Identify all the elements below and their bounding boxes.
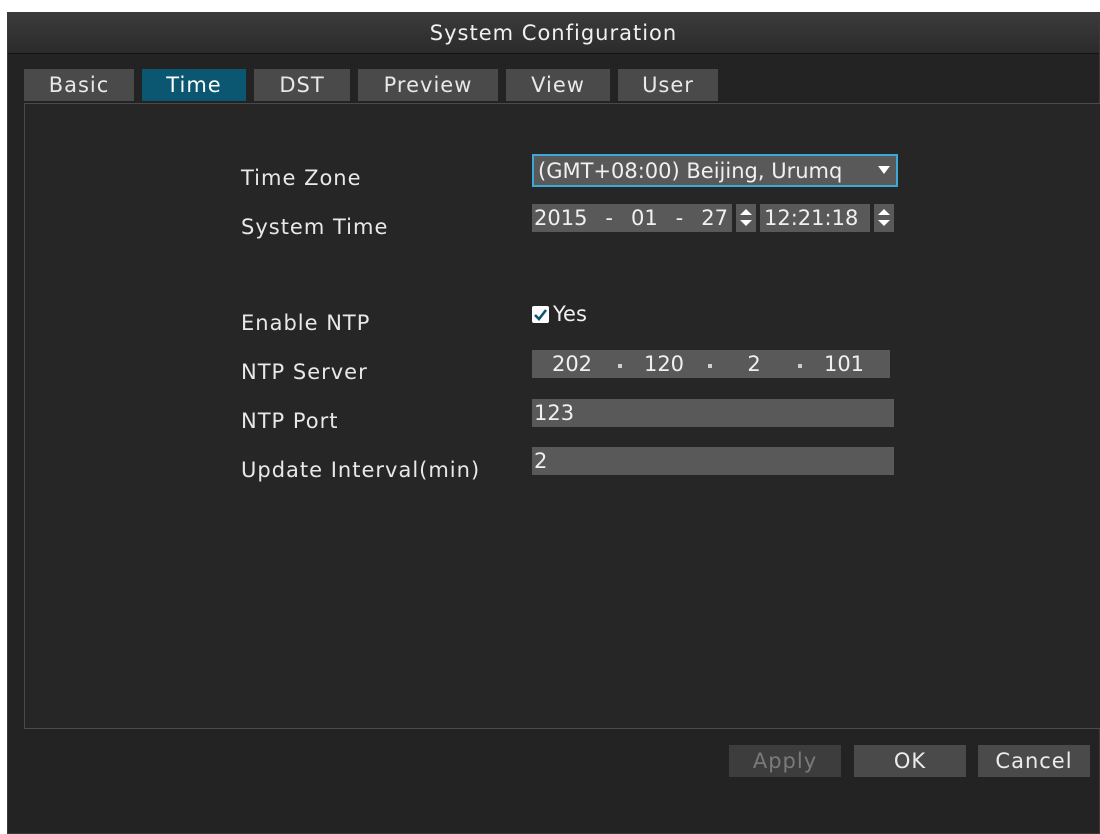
system-configuration-window: System Configuration Basic Time DST Prev… <box>7 12 1100 834</box>
checkmark-icon <box>534 309 548 321</box>
year-value[interactable]: 2015 <box>534 206 587 230</box>
dropdown-arrow-icon[interactable] <box>878 166 890 174</box>
cancel-button[interactable]: Cancel <box>978 745 1090 777</box>
update-interval-field[interactable]: 2 <box>532 447 894 475</box>
system-date-field[interactable]: 2015 - 01 - 27 <box>532 204 732 232</box>
tab-user[interactable]: User <box>618 69 718 101</box>
ip-dot <box>618 364 622 368</box>
spin-down-icon[interactable] <box>740 220 752 226</box>
date-separator: - <box>675 206 684 230</box>
update-interval-value: 2 <box>534 449 548 473</box>
enable-ntp-checkbox[interactable] <box>532 306 549 323</box>
ntp-server-label: NTP Server <box>241 360 368 384</box>
date-separator: - <box>605 206 613 230</box>
tab-time[interactable]: Time <box>142 69 246 101</box>
system-time-label: System Time <box>241 215 389 239</box>
spin-up-icon[interactable] <box>740 209 752 215</box>
system-time-field[interactable]: 12:21:18 <box>760 204 870 232</box>
tab-bar: Basic Time DST Preview View User <box>24 69 718 101</box>
time-settings-panel: Time Zone (GMT+08:00) Beijing, Urumq Sys… <box>24 103 1100 729</box>
apply-button[interactable]: Apply <box>729 745 841 777</box>
spin-up-icon[interactable] <box>878 209 890 215</box>
update-interval-label: Update Interval(min) <box>241 458 481 482</box>
day-value[interactable]: 27 <box>701 206 728 230</box>
time-value[interactable]: 12:21:18 <box>764 206 858 230</box>
ntp-server-ip-field[interactable]: 202 120 2 101 <box>532 350 890 378</box>
ip-octet-3[interactable]: 2 <box>714 350 794 378</box>
time-zone-label: Time Zone <box>241 166 362 190</box>
time-zone-select[interactable]: (GMT+08:00) Beijing, Urumq <box>532 154 898 187</box>
ip-octet-2[interactable]: 120 <box>624 350 704 378</box>
ok-button[interactable]: OK <box>854 745 966 777</box>
tab-view[interactable]: View <box>506 69 610 101</box>
ip-octet-4[interactable]: 101 <box>804 350 884 378</box>
enable-ntp-option-label: Yes <box>553 302 587 326</box>
ip-octet-1[interactable]: 202 <box>532 350 612 378</box>
month-value[interactable]: 01 <box>631 206 658 230</box>
tab-dst[interactable]: DST <box>254 69 350 101</box>
enable-ntp-label: Enable NTP <box>241 311 371 335</box>
time-spinner[interactable] <box>874 204 894 232</box>
spin-down-icon[interactable] <box>878 220 890 226</box>
ip-dot <box>798 364 802 368</box>
ntp-port-label: NTP Port <box>241 409 339 433</box>
window-title: System Configuration <box>8 13 1099 54</box>
ip-dot <box>708 364 712 368</box>
ntp-port-value: 123 <box>534 401 575 425</box>
time-zone-value: (GMT+08:00) Beijing, Urumq <box>538 158 843 183</box>
date-spinner[interactable] <box>736 204 756 232</box>
tab-preview[interactable]: Preview <box>358 69 498 101</box>
tab-basic[interactable]: Basic <box>24 69 134 101</box>
ntp-port-field[interactable]: 123 <box>532 399 894 427</box>
